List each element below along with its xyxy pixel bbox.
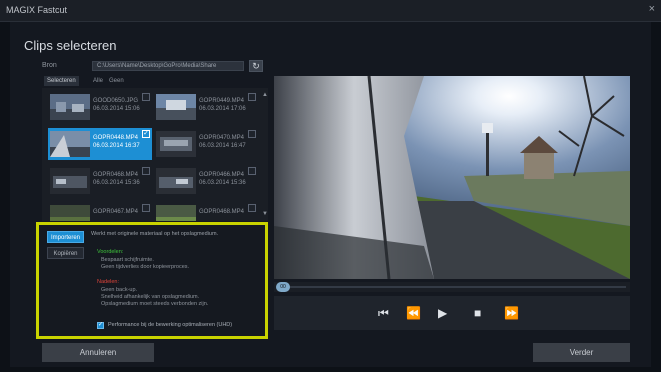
fast-forward-icon[interactable]: ⏩ <box>504 306 519 320</box>
disadvantage-item: Opslagmedium moet steeds verbonden zijn. <box>101 301 209 307</box>
clip-item[interactable]: GOPR0449.MP4 06.03.2014 17:06 <box>154 91 258 123</box>
clip-name: GOPR0468.MP4 <box>199 209 245 215</box>
refresh-icon[interactable]: ↻ <box>249 60 263 72</box>
title-bar: MAGIX Fastcut × <box>0 0 661 22</box>
clip-item[interactable]: GOPR0467.MP4 <box>48 202 152 221</box>
clip-thumbnail <box>50 168 90 194</box>
clip-list[interactable]: GOOD0650.JPG 06.03.2014 15:06 GOPR0449.M… <box>42 88 268 221</box>
clip-item[interactable]: GOPR0448.MP4 06.03.2014 16:37 ✓ <box>48 128 152 160</box>
window-title: MAGIX Fastcut <box>6 5 68 15</box>
clip-thumbnail <box>156 94 196 120</box>
tab-geen[interactable]: Geen <box>106 76 127 86</box>
disadvantage-item: Snelheid afhankelijk van opslagmedium. <box>101 294 200 300</box>
source-path-select[interactable]: C:\Users\Name\Desktop\GoPro\Media\Share <box>92 61 244 71</box>
clip-item[interactable]: GOPR0468.MP4 06.03.2014 15:36 <box>48 165 152 197</box>
video-preview[interactable] <box>274 76 630 279</box>
scroll-down-icon[interactable]: ▼ <box>262 211 268 217</box>
clip-name: GOPR0448.MP4 <box>93 135 139 141</box>
clip-date: 06.03.2014 16:37 <box>93 143 140 149</box>
copy-button[interactable]: Kopiëren <box>47 247 84 259</box>
clip-checkbox[interactable] <box>248 130 256 138</box>
clip-date: 06.03.2014 16:47 <box>199 143 246 149</box>
tab-alle[interactable]: Alle <box>90 76 106 86</box>
clip-checkbox[interactable] <box>142 204 150 212</box>
clip-item[interactable]: GOOD0650.JPG 06.03.2014 15:06 <box>48 91 152 123</box>
clip-item[interactable]: GOPR0466.MP4 06.03.2014 15:36 <box>154 165 258 197</box>
clip-date: 06.03.2014 15:36 <box>93 180 140 186</box>
stop-icon[interactable]: ■ <box>474 306 481 320</box>
clip-name: GOPR0468.MP4 <box>93 172 139 178</box>
transport-controls: ⏮ ⏪ ▶ ■ ⏩ <box>274 296 630 330</box>
performance-label: Performance bij de bewerking optimaliser… <box>108 322 233 328</box>
performance-checkbox[interactable]: ✓ <box>97 322 104 329</box>
clip-thumbnail <box>156 205 196 221</box>
clip-name: GOPR0467.MP4 <box>93 209 139 215</box>
advantage-item: Bespaart schijfruimte. <box>101 257 154 263</box>
import-button[interactable]: Importeren <box>47 231 84 243</box>
close-icon[interactable]: × <box>649 3 655 15</box>
clip-name: GOPR0449.MP4 <box>199 98 245 104</box>
clip-name: GOPR0466.MP4 <box>199 172 245 178</box>
source-label: Bron <box>42 62 57 69</box>
timeline-handle[interactable]: 00 <box>276 282 290 292</box>
clip-checkbox[interactable]: ✓ <box>142 130 150 138</box>
clip-item[interactable]: GOPR0470.MP4 06.03.2014 16:47 <box>154 128 258 160</box>
clip-checkbox[interactable] <box>142 167 150 175</box>
clip-checkbox[interactable] <box>248 204 256 212</box>
import-options-panel: Importeren Kopiëren Werkt met originele … <box>36 222 268 339</box>
play-icon[interactable]: ▶ <box>438 306 447 320</box>
disadvantage-item: Geen back-up. <box>101 287 138 293</box>
advantage-item: Geen tijdverlies door kopieerproces. <box>101 264 190 270</box>
timeline-track[interactable] <box>286 286 626 288</box>
clip-thumbnail <box>156 168 196 194</box>
page-title: Clips selecteren <box>24 38 117 53</box>
tab-selecteren[interactable]: Selecteren <box>44 76 79 86</box>
clip-checkbox[interactable] <box>142 93 150 101</box>
disadvantages-title: Nadelen: <box>97 279 120 285</box>
clip-thumbnail <box>156 131 196 157</box>
clip-checkbox[interactable] <box>248 167 256 175</box>
clip-date: 06.03.2014 17:06 <box>199 106 246 112</box>
timeline-bar[interactable]: 00 <box>274 282 630 292</box>
option-description: Werkt met originele materiaal op het ops… <box>91 231 219 237</box>
rewind-icon[interactable]: ⏪ <box>406 306 421 320</box>
advantages-title: Voordelen: <box>97 249 124 255</box>
clip-date: 06.03.2014 15:36 <box>199 180 246 186</box>
clip-checkbox[interactable] <box>248 93 256 101</box>
cancel-button[interactable]: Annuleren <box>42 343 154 362</box>
clip-thumbnail <box>50 205 90 221</box>
clip-name: GOPR0470.MP4 <box>199 135 245 141</box>
clip-thumbnail <box>50 94 90 120</box>
clip-name: GOOD0650.JPG <box>93 98 139 104</box>
skip-to-start-icon[interactable]: ⏮ <box>378 306 389 320</box>
clip-thumbnail <box>50 131 90 157</box>
next-button[interactable]: Verder <box>533 343 630 362</box>
clip-item[interactable]: GOPR0468.MP4 <box>154 202 258 221</box>
scroll-up-icon[interactable]: ▲ <box>262 92 268 98</box>
clip-date: 06.03.2014 15:06 <box>93 106 140 112</box>
